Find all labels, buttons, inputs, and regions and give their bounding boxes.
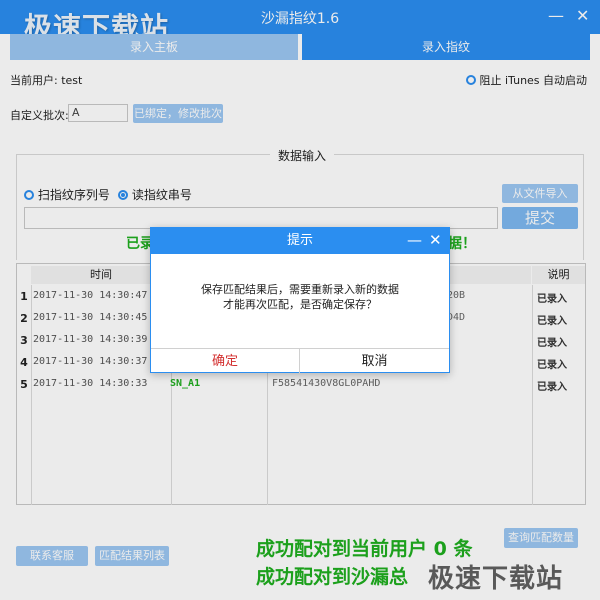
dialog-confirm-button[interactable]: 确定 <box>151 348 300 373</box>
dialog-message-line1: 保存匹配结果后，需要重新录入新的数据 <box>201 283 399 296</box>
dialog-minimize-icon[interactable]: — <box>407 231 422 249</box>
dialog-close-icon[interactable]: ✕ <box>429 231 442 249</box>
confirm-dialog: 提示 — ✕ 保存匹配结果后，需要重新录入新的数据 才能再次匹配，是否确定保存？… <box>150 227 450 373</box>
dialog-message-line2: 才能再次匹配，是否确定保存？ <box>223 298 377 311</box>
dialog-title: 提示 <box>151 228 449 254</box>
dialog-cancel-button[interactable]: 取消 <box>300 348 449 373</box>
